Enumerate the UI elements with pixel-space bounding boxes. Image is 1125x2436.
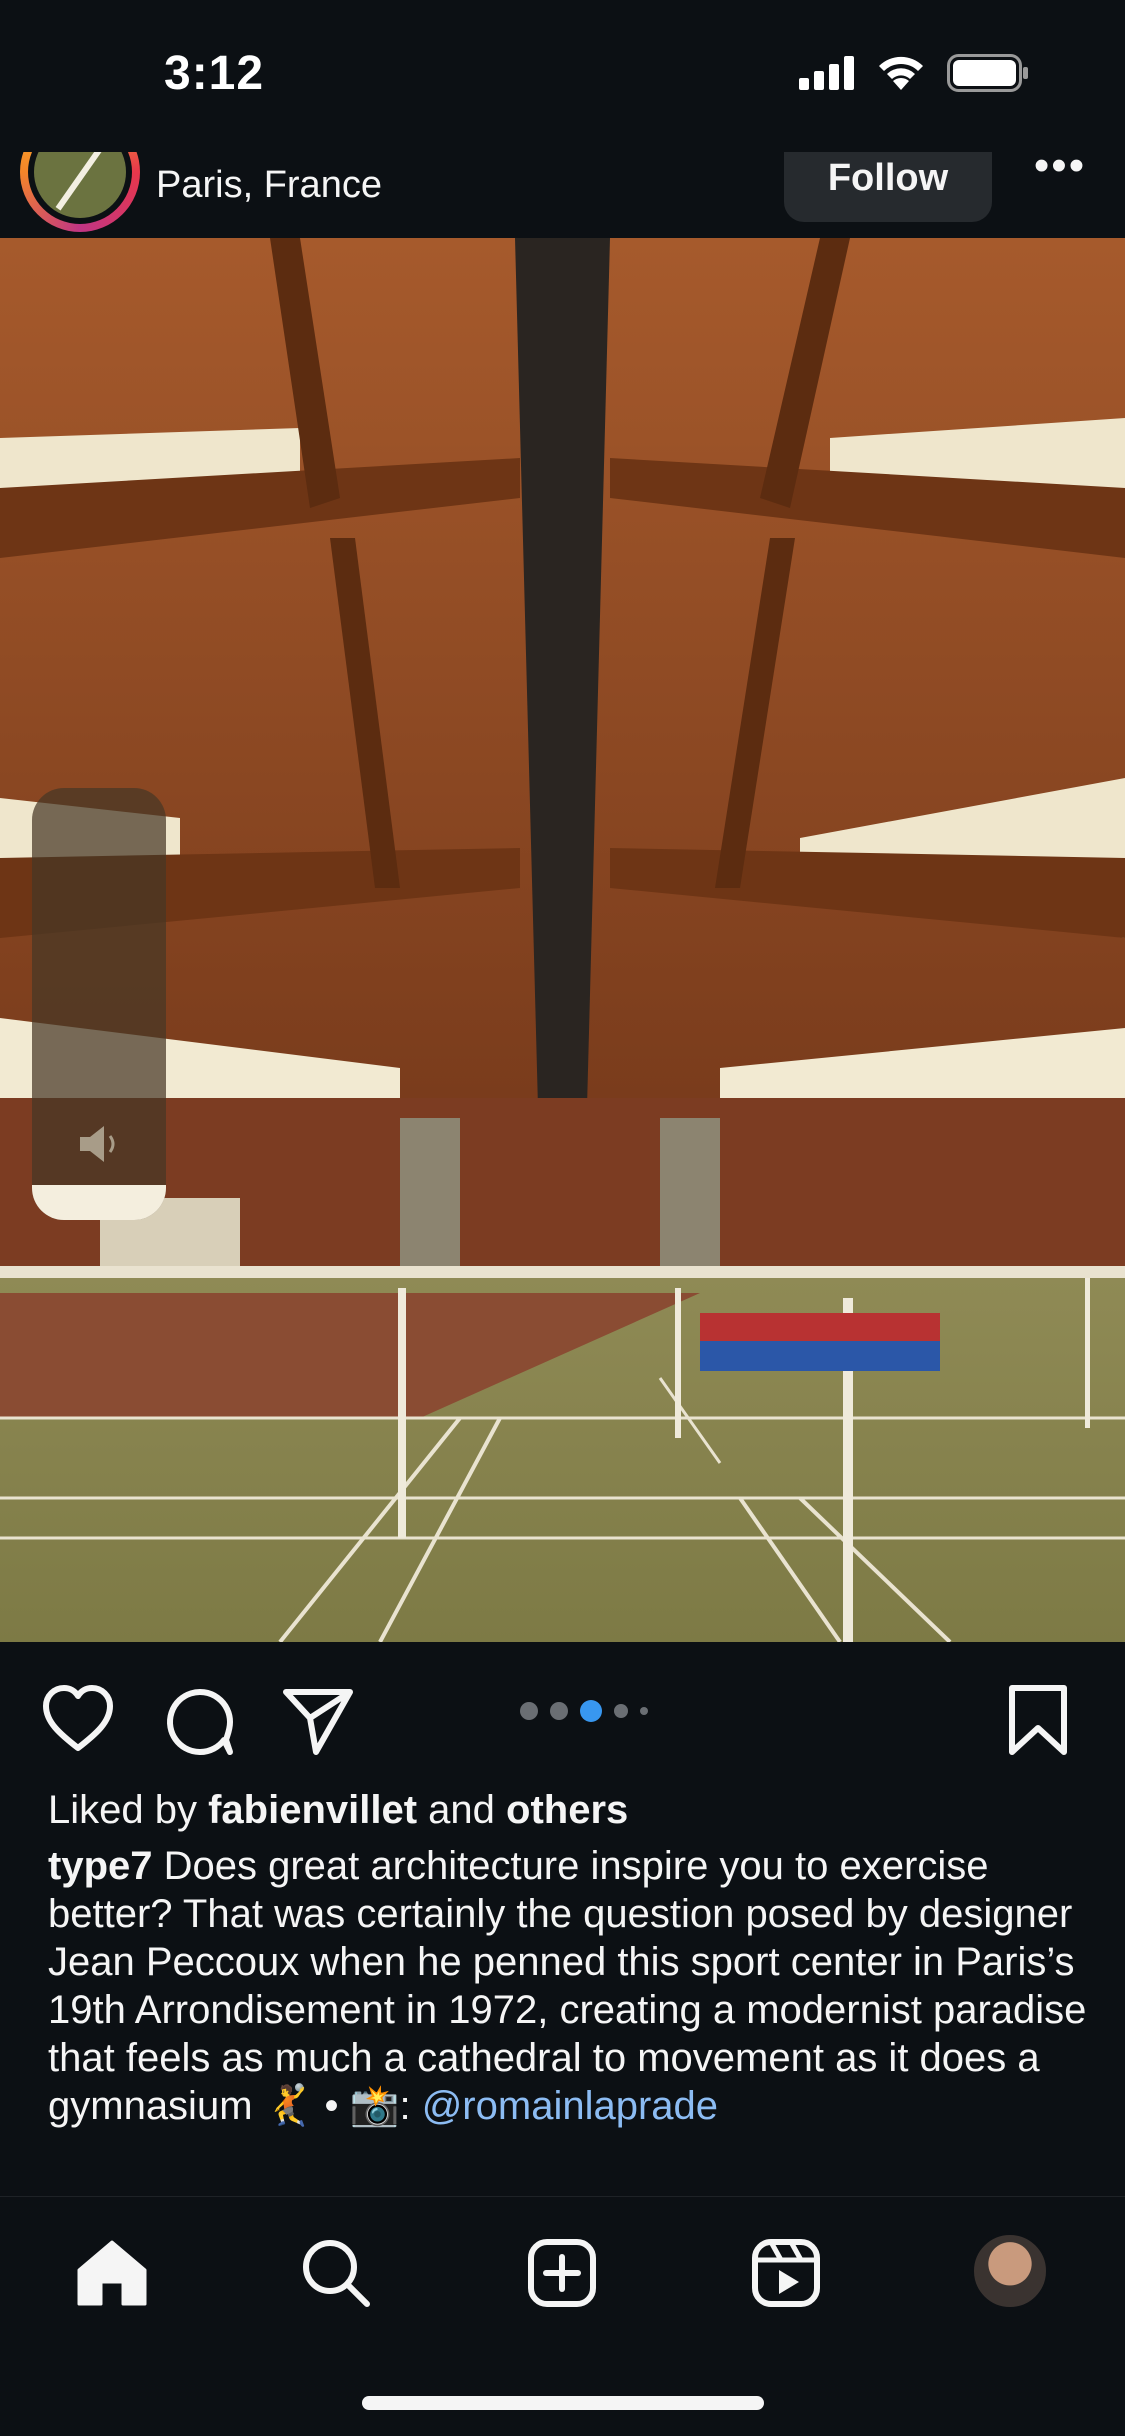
speaker-icon: [80, 1126, 115, 1162]
reels-icon: [752, 2239, 820, 2307]
follow-button[interactable]: Follow: [784, 152, 992, 222]
home-indicator[interactable]: [362, 2396, 764, 2410]
battery-icon: [947, 54, 1028, 92]
carousel-indicator: [520, 1700, 648, 1722]
volume-slider[interactable]: [32, 788, 166, 1220]
more-options-button[interactable]: •••: [1030, 152, 1090, 190]
share-send-icon[interactable]: [280, 1682, 356, 1758]
likes-summary[interactable]: Liked by fabienvillet and others: [48, 1788, 628, 1833]
home-icon: [77, 2240, 147, 2306]
post-location[interactable]: Paris, France: [156, 164, 382, 207]
volume-level: [32, 1185, 166, 1220]
signal-icon: [799, 56, 854, 90]
post-photo[interactable]: [0, 238, 1125, 1642]
comment-icon[interactable]: [160, 1682, 236, 1758]
nav-profile-avatar[interactable]: [972, 2233, 1048, 2309]
wifi-icon: [879, 56, 923, 90]
liked-by-username[interactable]: fabienvillet: [208, 1788, 417, 1832]
nav-search[interactable]: [296, 2233, 376, 2313]
likes-middle: and: [417, 1788, 507, 1832]
gymnasium-photo: [0, 238, 1125, 1642]
save-bookmark-icon[interactable]: [1000, 1682, 1076, 1758]
carousel-dot: [640, 1707, 648, 1715]
status-time: 3:12: [164, 47, 265, 100]
nav-reels[interactable]: [746, 2233, 826, 2313]
status-icons: [799, 54, 1029, 92]
nav-home[interactable]: [72, 2233, 152, 2313]
likes-others[interactable]: others: [506, 1788, 628, 1832]
carousel-dot: [550, 1702, 568, 1720]
caption-mention[interactable]: @romainlaprade: [422, 2084, 718, 2128]
nav-create[interactable]: [522, 2233, 602, 2313]
status-bar: 3:12: [0, 0, 1125, 152]
post-header: Paris, France Follow •••: [0, 152, 1125, 238]
create-icon: [528, 2239, 596, 2307]
carousel-dot: [614, 1704, 628, 1718]
like-heart-icon[interactable]: [40, 1682, 116, 1758]
author-avatar[interactable]: [20, 152, 140, 232]
carousel-dot-active: [580, 1700, 602, 1722]
search-icon: [303, 2240, 370, 2307]
caption-username[interactable]: type7: [48, 1844, 153, 1888]
likes-prefix: Liked by: [48, 1788, 209, 1832]
carousel-dot: [520, 1702, 538, 1720]
post-caption: type7 Does great architecture inspire yo…: [48, 1842, 1088, 2130]
